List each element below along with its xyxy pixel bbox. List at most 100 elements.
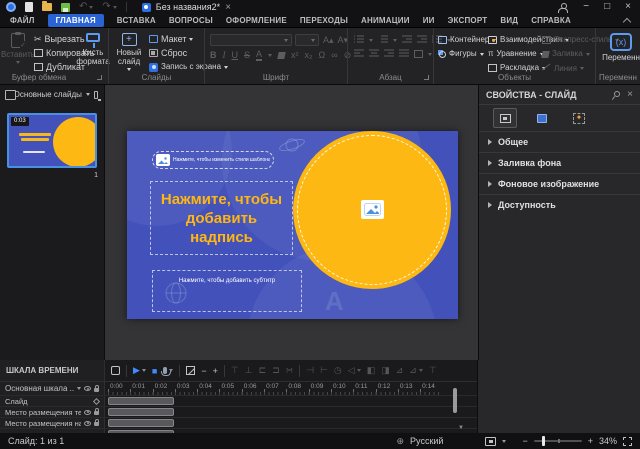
- volume-top-button[interactable]: ⊤: [429, 365, 437, 376]
- font-color-caret-icon[interactable]: [268, 54, 272, 57]
- slide-canvas[interactable]: Нажмите, чтобы изменить стили шаблона те…: [127, 131, 458, 319]
- zoom-slider[interactable]: [534, 440, 582, 442]
- undo-button[interactable]: ↶: [79, 2, 93, 12]
- close-window-button[interactable]: ×: [622, 2, 634, 12]
- align-left-icon[interactable]: [354, 49, 364, 59]
- scroll-down-icon[interactable]: ▼: [458, 425, 464, 431]
- close-panel-icon[interactable]: ×: [627, 90, 633, 99]
- account-icon[interactable]: [558, 3, 567, 12]
- collapse-ribbon-icon[interactable]: [623, 18, 631, 26]
- tab-view[interactable]: ВИД: [500, 16, 518, 25]
- language-selector[interactable]: Русский: [410, 436, 443, 446]
- fade-out-button[interactable]: ◨: [381, 365, 390, 376]
- font-family-select[interactable]: [210, 34, 292, 46]
- clip-slide[interactable]: [108, 397, 174, 405]
- numbered-list-icon[interactable]: [378, 35, 388, 45]
- pin-panel-icon[interactable]: [611, 91, 619, 99]
- visibility-icon[interactable]: [84, 421, 91, 426]
- reset-button[interactable]: Сброс: [149, 48, 187, 58]
- align-right-icon[interactable]: [384, 49, 394, 59]
- close-document-icon[interactable]: ×: [225, 3, 231, 12]
- track-header-text-placeholder[interactable]: Место размещения те...: [0, 407, 105, 417]
- visibility-icon[interactable]: [84, 410, 91, 415]
- subscript-button[interactable]: x₂: [305, 50, 313, 60]
- format-painter-button[interactable]: Кисть формата: [79, 33, 107, 66]
- tab-export[interactable]: ЭКСПОРТ: [448, 16, 488, 25]
- document-tab[interactable]: Без названия2* ×: [136, 0, 237, 14]
- increase-font-icon[interactable]: A▴: [323, 35, 334, 45]
- fade-in-button[interactable]: ◧: [367, 365, 376, 376]
- clip-partial[interactable]: [108, 430, 174, 433]
- increase-indent-icon[interactable]: [417, 35, 427, 45]
- lock-icon[interactable]: [94, 411, 99, 415]
- clip-text-placeholder[interactable]: [108, 408, 174, 416]
- highlight-button[interactable]: [277, 52, 285, 59]
- underline-button[interactable]: U: [232, 50, 239, 60]
- group-clips-button[interactable]: ∺: [286, 365, 294, 376]
- title-placeholder[interactable]: Нажмите, чтобы добавить надпись: [150, 181, 293, 255]
- presenter-monitor-icon[interactable]: [94, 91, 98, 99]
- time-ruler[interactable]: 0:00 0:01 0:02 0:03 0:04 0:05 0:06 0:07 …: [105, 382, 477, 395]
- new-slide-button[interactable]: Новый слайд: [113, 33, 145, 71]
- subtitle-placeholder[interactable]: Нажмите, чтобы добавить субтитр: [152, 270, 302, 312]
- image-placeholder-icon[interactable]: [361, 200, 384, 219]
- main-track-header[interactable]: Основная шкала ...: [0, 382, 105, 395]
- section-background-fill[interactable]: Заливка фона: [479, 152, 640, 173]
- zoom-out-button[interactable]: −: [522, 436, 527, 446]
- display-mode-caret-icon[interactable]: [502, 440, 506, 443]
- display-mode-icon[interactable]: [485, 437, 496, 446]
- maximize-button[interactable]: □: [601, 2, 613, 12]
- section-background-image[interactable]: Фоновое изображение: [479, 173, 640, 194]
- slides-panel-header[interactable]: Основные слайды: [0, 85, 104, 103]
- play-button[interactable]: ▶: [133, 365, 146, 376]
- track-options-caret-icon[interactable]: [77, 387, 81, 390]
- tag-icon[interactable]: [93, 397, 100, 404]
- visibility-icon[interactable]: [84, 386, 91, 391]
- volume-up-button[interactable]: ⊿: [396, 365, 404, 376]
- zoom-out-timeline-button[interactable]: −: [201, 366, 206, 376]
- track-header-slide[interactable]: Слайд: [0, 396, 105, 406]
- tab-animations[interactable]: АНИМАЦИИ: [361, 16, 410, 25]
- disable-timing-button[interactable]: [186, 366, 195, 375]
- decrease-indent-icon[interactable]: [402, 35, 412, 45]
- tab-effects-properties[interactable]: ✦: [567, 108, 591, 128]
- fit-to-window-icon[interactable]: [623, 437, 632, 446]
- layout-button[interactable]: Макет: [149, 34, 193, 44]
- trim-end-button[interactable]: ⊐: [272, 365, 280, 376]
- track-header-caption-placeholder[interactable]: Место размещения на...: [0, 418, 105, 428]
- variables-button[interactable]: (x) Переменн: [604, 33, 638, 62]
- font-size-select[interactable]: [295, 34, 319, 46]
- minimize-button[interactable]: −: [580, 2, 592, 12]
- record-audio-button[interactable]: [163, 367, 173, 374]
- paragraph-dialog-launcher-icon[interactable]: [424, 75, 429, 80]
- save-icon[interactable]: [61, 3, 70, 12]
- tab-file[interactable]: ФАЙЛ: [10, 16, 35, 25]
- template-style-placeholder[interactable]: Нажмите, чтобы изменить стили шаблона те…: [152, 151, 274, 169]
- clip-end-button[interactable]: ⊢: [320, 365, 328, 376]
- stop-button[interactable]: ■: [152, 366, 157, 376]
- equation-button[interactable]: π Уравнение: [488, 49, 544, 59]
- align-center-icon[interactable]: [369, 49, 379, 59]
- split-up-button[interactable]: ⊤: [231, 365, 239, 376]
- fill-button[interactable]: Заливка: [542, 49, 590, 59]
- shapes-button[interactable]: Фигуры: [438, 49, 484, 59]
- zoom-in-button[interactable]: +: [588, 436, 593, 446]
- clip-caption-placeholder[interactable]: [108, 419, 174, 427]
- align-justify-icon[interactable]: [399, 49, 409, 59]
- clipboard-dialog-launcher-icon[interactable]: [97, 75, 102, 80]
- new-document-icon[interactable]: [25, 2, 33, 12]
- tab-slide-properties[interactable]: [493, 108, 517, 128]
- tab-ai[interactable]: ИИ: [423, 16, 435, 25]
- strikethrough-button[interactable]: S: [244, 50, 250, 60]
- section-accessibility[interactable]: Доступность: [479, 194, 640, 215]
- redo-button[interactable]: ↷: [102, 2, 116, 12]
- section-general[interactable]: Общее: [479, 131, 640, 152]
- split-down-button[interactable]: ⊥: [245, 365, 253, 376]
- tab-transitions[interactable]: ПЕРЕХОДЫ: [300, 16, 348, 25]
- tab-help[interactable]: СПРАВКА: [531, 16, 571, 25]
- cut-button[interactable]: ✂ Вырезать: [34, 34, 85, 44]
- lock-icon[interactable]: [94, 422, 99, 426]
- arrangement-button[interactable]: Раскладка: [488, 63, 546, 73]
- trim-start-button[interactable]: ⊏: [259, 365, 267, 376]
- zoom-in-timeline-button[interactable]: +: [213, 366, 218, 376]
